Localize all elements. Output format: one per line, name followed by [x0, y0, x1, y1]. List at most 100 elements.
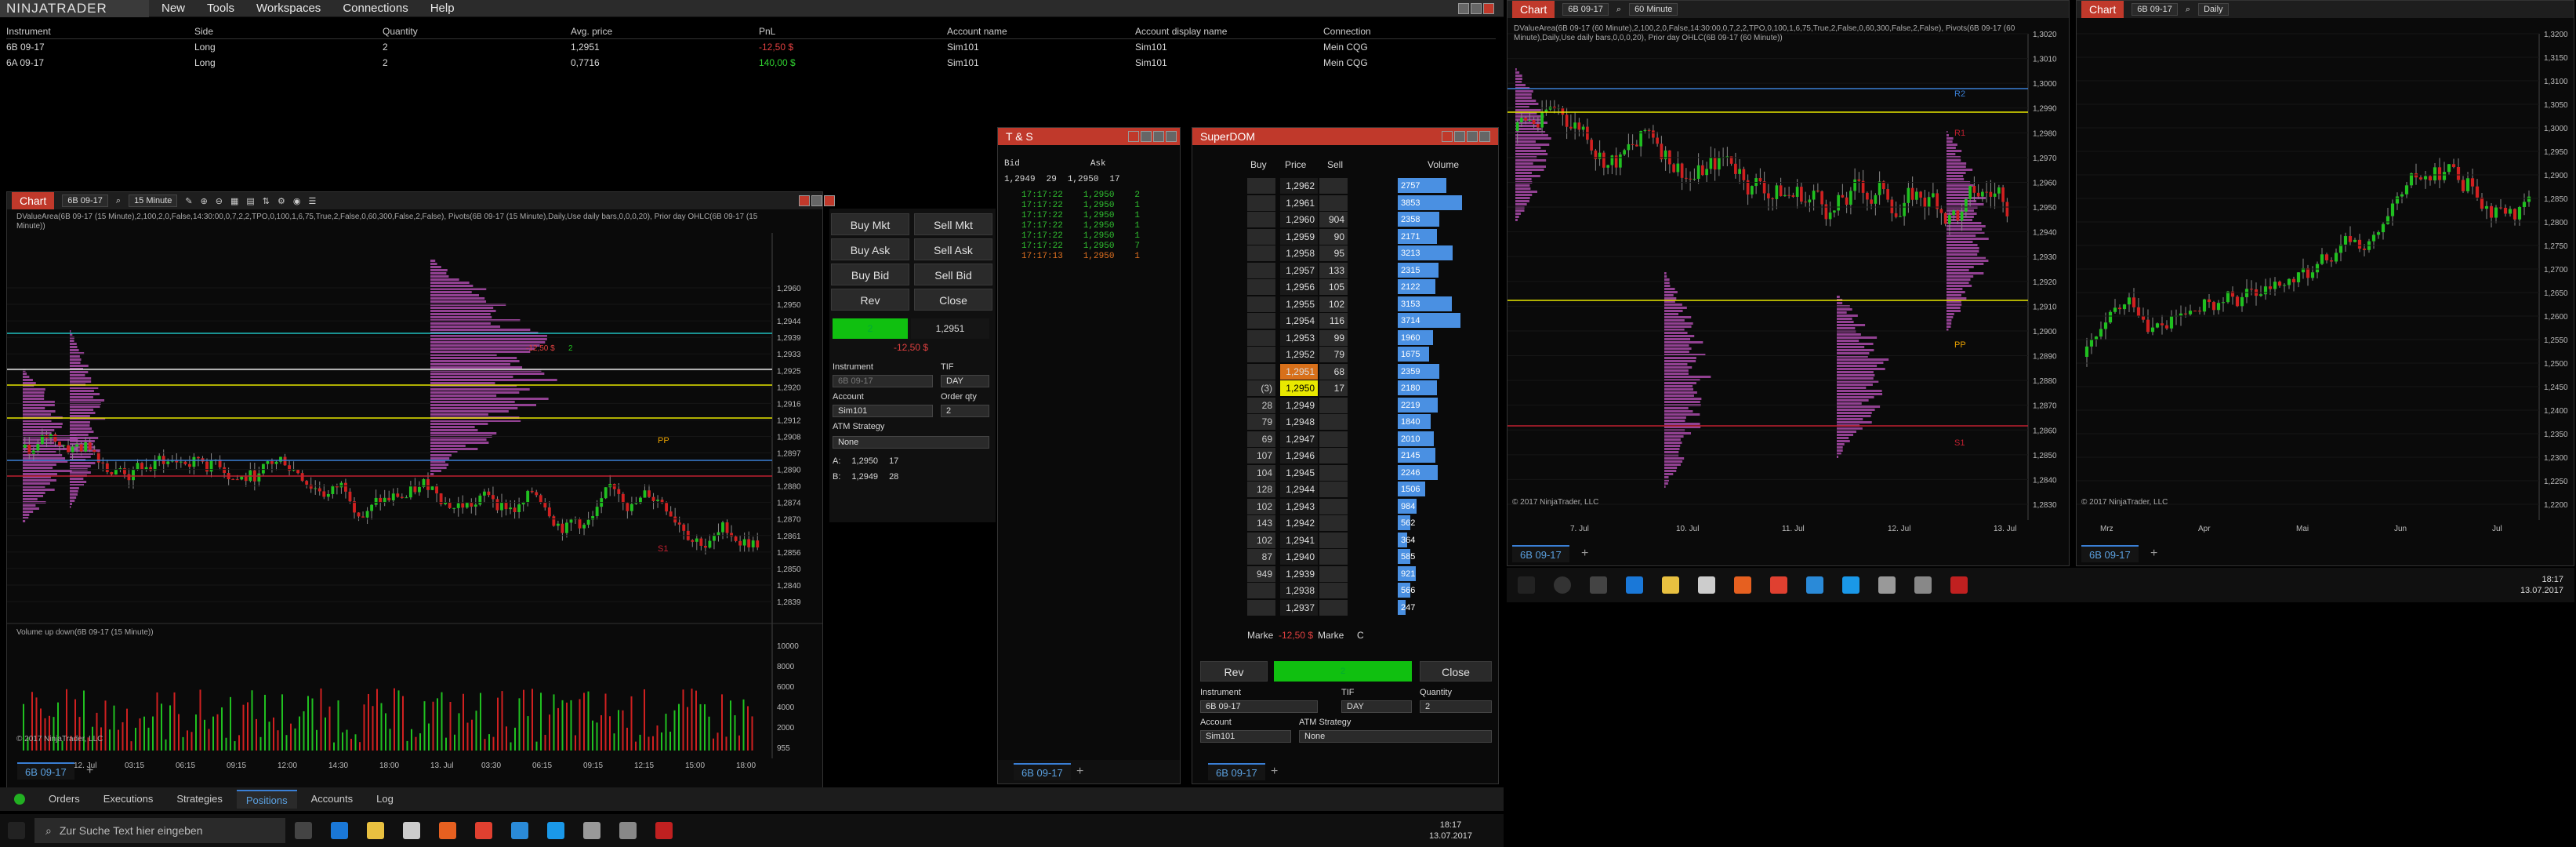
menu-help[interactable]: Help — [427, 2, 469, 15]
dom-cell[interactable] — [1247, 194, 1275, 211]
dom-close-button[interactable]: Close — [1420, 661, 1492, 682]
close-icon[interactable] — [1483, 3, 1494, 14]
dom-cell[interactable]: 1,2937 — [1280, 599, 1318, 616]
dom-cell[interactable] — [1247, 228, 1275, 245]
dom-row[interactable]: 1,2951 68 2359 — [1192, 363, 1500, 380]
dom-cell[interactable]: 133 — [1319, 262, 1348, 278]
dom-row[interactable]: 102 1,2941 364 — [1192, 532, 1500, 549]
menu-tools[interactable]: Tools — [204, 2, 249, 15]
dom-cell[interactable]: 1,2955 — [1280, 296, 1318, 312]
windows-start-icon[interactable] — [1518, 576, 1535, 594]
dom-cell[interactable]: 104 — [1247, 464, 1275, 481]
dom-cell[interactable] — [1319, 532, 1348, 548]
col-avg-price[interactable]: Avg. price — [571, 24, 759, 39]
dom-row[interactable]: 1,2962 2757 — [1192, 178, 1500, 194]
dom-row[interactable]: 1,2955 102 3153 — [1192, 296, 1500, 313]
dom-row[interactable]: 1,2957 133 2315 — [1192, 262, 1500, 279]
skype-icon[interactable] — [547, 822, 564, 839]
edge-icon[interactable] — [331, 822, 348, 839]
dom-cell[interactable]: 1,2951 — [1280, 363, 1318, 380]
dom-cell[interactable]: 1,2939 — [1280, 565, 1318, 582]
add-tab-icon[interactable]: + — [1271, 765, 1278, 779]
dom-cell[interactable]: 1,2948 — [1280, 414, 1318, 430]
dom-cell[interactable] — [1319, 515, 1348, 531]
dom-cell[interactable]: 1,2944 — [1280, 482, 1318, 497]
instrument-select[interactable]: 6B 09-17 — [62, 194, 108, 207]
dom-cell[interactable] — [1319, 178, 1348, 194]
dom-cell[interactable]: 1,2949 — [1280, 397, 1318, 413]
dom-cell[interactable]: 1,2945 — [1280, 464, 1318, 481]
secondary-clock[interactable]: 18:17 13.07.2017 — [2520, 574, 2563, 596]
dom-row[interactable]: 1,2958 95 3213 — [1192, 245, 1500, 262]
windows-start-icon[interactable] — [8, 822, 25, 839]
chart3-interval-select[interactable]: Daily — [2198, 3, 2229, 16]
ninjatrader-task-icon[interactable] — [655, 822, 673, 839]
menu-new[interactable]: New — [158, 2, 199, 15]
dom-row[interactable]: 1,2960 904 2358 — [1192, 212, 1500, 228]
price-chart-15min[interactable]: 1,2960 1,2950 1,2944 1,2939 1,2933 1,2925 1,29… — [7, 209, 822, 793]
dom-row[interactable]: 949 1,2939 921 — [1192, 565, 1500, 583]
dom-reverse-button[interactable]: Rev — [1200, 661, 1268, 682]
dom-cell[interactable] — [1247, 329, 1275, 346]
dom-cell[interactable]: 87 — [1247, 549, 1275, 565]
add-tab-icon[interactable]: + — [2150, 547, 2157, 561]
minimize-icon[interactable] — [1467, 131, 1478, 142]
dom-cell[interactable]: 1,2943 — [1280, 498, 1318, 514]
menu-connections[interactable]: Connections — [339, 2, 422, 15]
store-icon[interactable] — [403, 822, 420, 839]
dom-cell[interactable]: 949 — [1247, 565, 1275, 582]
add-tab-icon[interactable]: + — [86, 764, 93, 778]
app2-icon[interactable] — [1914, 576, 1932, 594]
table-row[interactable]: 6A 09-17 Long 2 0,7716 140,00 $ Sim101 S… — [6, 55, 1496, 71]
sell-bid-button[interactable]: Sell Bid — [914, 264, 992, 285]
dom-cell[interactable] — [1247, 296, 1275, 312]
interval-select[interactable]: 15 Minute — [129, 194, 178, 207]
instrument-field[interactable]: 6B 09-17 — [833, 375, 933, 387]
dom-cell[interactable] — [1247, 363, 1275, 380]
app2-icon[interactable] — [619, 822, 637, 839]
dom-cell[interactable] — [1319, 397, 1348, 413]
dom-cell[interactable] — [1247, 583, 1275, 598]
dom-tif-select[interactable]: DAY — [1341, 700, 1412, 713]
app-icon[interactable] — [1806, 576, 1823, 594]
dom-row[interactable]: 79 1,2948 1840 — [1192, 414, 1500, 431]
dom-cell[interactable] — [1319, 194, 1348, 211]
add-tab-icon[interactable]: + — [1581, 547, 1588, 561]
tool-icons[interactable]: ✎⊕⊖▦▤⇅⚙◉☰ — [185, 196, 324, 206]
explorer-icon[interactable] — [1662, 576, 1679, 594]
dom-instrument-select[interactable]: 6B 09-17 — [1200, 700, 1318, 713]
pin-icon[interactable] — [1454, 131, 1465, 142]
ts-tab[interactable]: 6B 09-17 — [1014, 763, 1071, 780]
dom-cell[interactable]: 1,2956 — [1280, 279, 1318, 295]
taskbar-search[interactable]: ⌕ Zur Suche Text hier eingeben — [34, 818, 285, 843]
dom-row[interactable]: 1,2937 247 — [1192, 599, 1500, 616]
dom-cell[interactable]: 102 — [1247, 498, 1275, 514]
dom-cell[interactable]: 105 — [1319, 279, 1348, 295]
bottom-tab[interactable]: Strategies — [167, 790, 232, 809]
dom-tab[interactable]: 6B 09-17 — [1208, 763, 1265, 780]
maximize-icon[interactable] — [1479, 131, 1490, 142]
atm-select[interactable]: None — [833, 436, 989, 449]
calculator-icon[interactable] — [1878, 576, 1896, 594]
sell-market-button[interactable]: Sell Mkt — [914, 213, 992, 235]
dom-cell[interactable]: 69 — [1247, 431, 1275, 447]
dom-cell[interactable]: 90 — [1319, 228, 1348, 245]
dom-cell[interactable] — [1319, 431, 1348, 447]
dom-cell[interactable]: 1,2957 — [1280, 262, 1318, 278]
dom-cell[interactable]: (3) — [1247, 380, 1275, 396]
dom-cell[interactable]: 1,2960 — [1280, 212, 1318, 227]
maximize-icon[interactable] — [1471, 3, 1482, 14]
dom-cell[interactable]: 1,2959 — [1280, 228, 1318, 245]
dom-cell[interactable]: 79 — [1247, 414, 1275, 430]
bottom-tab[interactable]: Executions — [94, 790, 163, 809]
chart-tab[interactable]: 6B 09-17 — [17, 762, 74, 780]
dom-cell[interactable] — [1319, 464, 1348, 481]
dom-cell[interactable] — [1247, 245, 1275, 261]
chart2-tab[interactable]: 6B 09-17 — [1512, 545, 1569, 562]
dom-cell[interactable] — [1247, 347, 1275, 362]
col-account-name[interactable]: Account name — [947, 24, 1135, 39]
dom-cell[interactable]: 102 — [1247, 532, 1275, 548]
dom-cell[interactable] — [1319, 549, 1348, 565]
close-icon[interactable] — [1128, 131, 1139, 142]
dom-cell[interactable] — [1247, 599, 1275, 616]
